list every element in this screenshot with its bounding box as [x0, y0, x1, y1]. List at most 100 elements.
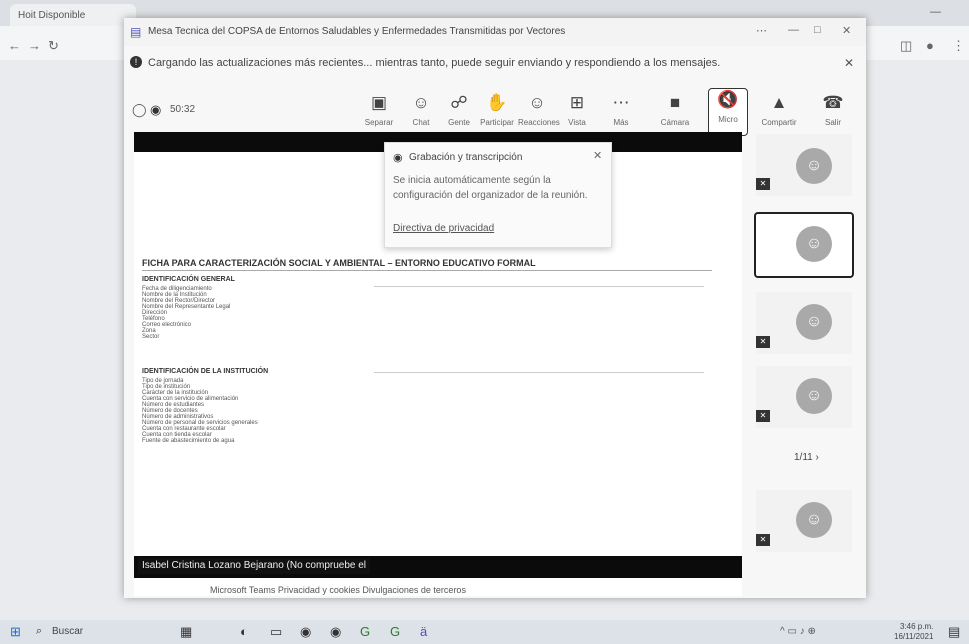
tab-title: Hoit Disponible	[18, 9, 86, 21]
more-actions-icon: ⋯	[612, 93, 630, 112]
chat-button[interactable]: ☺ Chat	[402, 92, 440, 127]
mic-off-icon: ✕	[756, 178, 770, 190]
info-icon: !	[130, 56, 142, 68]
windows-start-icon[interactable]: ⊞	[10, 624, 21, 640]
shield-icon: ◯	[132, 102, 147, 117]
participant-tile[interactable]: ☺ ✕	[756, 134, 852, 196]
minimize-icon[interactable]: —	[930, 6, 941, 18]
reaction-icon: ☺	[528, 93, 546, 112]
teams-logo-icon: ▤	[130, 25, 142, 39]
teams-footer[interactable]: Microsoft Teams Privacidad y cookies Div…	[210, 585, 466, 595]
meeting-timer: 50:32	[170, 104, 196, 115]
pop-out-label: Separar	[364, 118, 394, 127]
chat-label: Chat	[412, 118, 430, 127]
edge-icon[interactable]: ◐	[240, 624, 248, 639]
window-title: Mesa Tecnica del COPSA de Entornos Salud…	[148, 26, 566, 37]
maximize-button[interactable]: □	[814, 24, 821, 36]
form-row: Sector	[142, 334, 160, 340]
participant-tile[interactable]: ☺ ✕	[756, 292, 852, 354]
form-row: Fuente de abastecimiento de agua	[142, 438, 235, 444]
camera-label: Cámara	[660, 118, 690, 127]
institution-fields: Tipo de jornada Tipo de institución Cará…	[142, 378, 362, 444]
people-button[interactable]: ☍ Gente	[440, 92, 478, 127]
forward-icon[interactable]: →	[28, 38, 41, 53]
reactions-label: Reacciones	[518, 118, 560, 127]
more-actions-button[interactable]: ⋯ Más	[602, 92, 640, 127]
view-icon: ⊞	[569, 93, 585, 112]
participant-tile[interactable]: ☺ ✕	[756, 490, 852, 552]
privacy-link[interactable]: Directiva de privacidad	[393, 223, 494, 234]
window-title-bar: ▤ Mesa Tecnica del COPSA de Entornos Sal…	[124, 18, 866, 46]
dismiss-notice-icon[interactable]: ✕	[844, 56, 854, 70]
mic-off-icon: ✕	[756, 410, 770, 422]
minimize-button[interactable]: —	[788, 24, 799, 36]
chrome-icon[interactable]: ◉	[330, 624, 341, 640]
presenter-caption: Isabel Cristina Lozano Bejarano (No comp…	[138, 558, 371, 574]
reload-icon[interactable]: ↻	[48, 38, 59, 54]
recording-icon: ◉	[393, 152, 403, 164]
avatar-icon: ☺	[796, 502, 832, 538]
chat-icon: ☺	[412, 93, 430, 112]
avatar-icon: ☺	[796, 378, 832, 414]
shared-screen: ◉ Grabación y transcripción ✕ Se inicia …	[134, 132, 742, 596]
menu-icon[interactable]: ⋮	[952, 38, 965, 54]
share-icon: ▲	[770, 93, 788, 112]
teams-window: ▤ Mesa Tecnica del COPSA de Entornos Sal…	[124, 18, 866, 598]
popup-title: Grabación y transcripción	[409, 152, 523, 163]
pop-out-icon: ▣	[370, 93, 388, 112]
system-tray-icons[interactable]: ^ ▭ ♪ ⊕	[780, 626, 816, 637]
mic-off-icon: ✕	[756, 336, 770, 348]
taskbar-search[interactable]: Buscar	[52, 626, 83, 637]
participant-tile-selected[interactable]: ☺	[754, 212, 854, 278]
share-button[interactable]: ▲ Compartir	[760, 92, 798, 127]
leave-icon: ☎	[822, 93, 844, 112]
notifications-icon[interactable]: ▤	[948, 624, 960, 640]
form-title: FICHA PARA CARACTERIZACIÓN SOCIAL Y AMBI…	[142, 258, 536, 268]
next-page-icon[interactable]: ›	[816, 452, 819, 463]
divider	[142, 270, 712, 271]
view-label: Vista	[568, 118, 586, 127]
hand-icon: ✋	[486, 93, 508, 112]
back-icon[interactable]: ←	[8, 38, 21, 53]
camera-icon: ■	[669, 93, 681, 112]
clock-date: 16/11/2021	[894, 632, 934, 641]
section-general: IDENTIFICACIÓN GENERAL	[142, 276, 235, 283]
teams-icon[interactable]: ä	[420, 624, 427, 639]
raise-hand-label: Participar	[480, 118, 514, 127]
pop-out-button[interactable]: ▣ Separar	[360, 92, 398, 127]
leave-button[interactable]: ☎ Salir	[814, 92, 852, 127]
recording-icon: ◉	[150, 102, 162, 117]
avatar-icon: ☺	[796, 304, 832, 340]
avatar-icon: ☺	[796, 226, 832, 262]
close-button[interactable]: ✕	[842, 24, 851, 37]
avatar-icon: ☺	[796, 148, 832, 184]
profile-icon[interactable]: ●	[926, 38, 934, 53]
pagination: 1/11 ›	[794, 452, 819, 463]
people-label: Gente	[448, 118, 470, 127]
camera-button[interactable]: ■ Cámara	[656, 92, 694, 127]
share-label: Compartir	[761, 118, 797, 127]
form-right-block	[374, 286, 704, 347]
chrome-icon[interactable]: ◉	[300, 624, 311, 640]
notice-text: Cargando las actualizaciones más recient…	[148, 57, 721, 69]
browser-tab[interactable]: Hoit Disponible	[10, 4, 136, 26]
extension-icon[interactable]: ◫	[900, 38, 912, 54]
participant-tile[interactable]: ☺ ✕	[756, 366, 852, 428]
loading-notice: ! Cargando las actualizaciones más recie…	[124, 52, 866, 76]
raise-hand-button[interactable]: ✋ Participar	[478, 92, 516, 127]
reactions-button[interactable]: ☺ Reacciones	[518, 92, 560, 127]
people-icon: ☍	[450, 93, 468, 112]
recording-popup: ◉ Grabación y transcripción ✕ Se inicia …	[384, 142, 612, 248]
search-icon[interactable]: ⌕	[36, 625, 42, 638]
app-icon[interactable]: G	[390, 624, 400, 639]
clock-time: 3:46 p.m.	[900, 622, 934, 631]
explorer-icon[interactable]: ▭	[270, 624, 282, 640]
close-popup-icon[interactable]: ✕	[593, 149, 602, 162]
view-button[interactable]: ⊞ Vista	[558, 92, 596, 127]
app-icon[interactable]: G	[360, 624, 370, 639]
mic-label: Micro	[718, 115, 738, 124]
form-right-block-2	[374, 372, 704, 453]
task-view-icon[interactable]: ▦	[180, 624, 192, 640]
mic-button[interactable]: 🔇 Micro	[708, 88, 748, 136]
more-icon[interactable]: ⋯	[756, 24, 767, 37]
